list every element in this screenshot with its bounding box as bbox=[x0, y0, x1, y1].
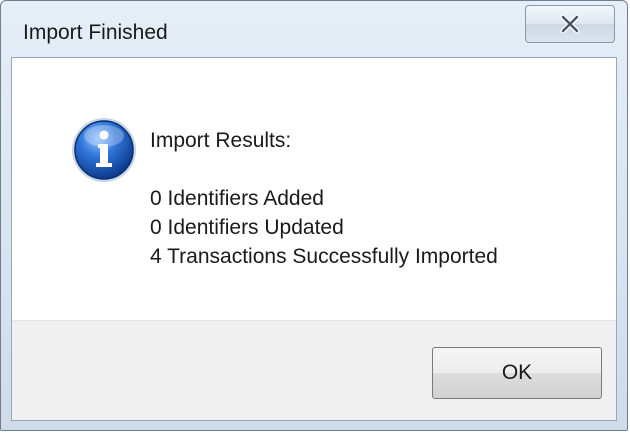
ok-button[interactable]: OK bbox=[432, 347, 602, 399]
information-icon bbox=[70, 116, 138, 184]
message-heading: Import Results: bbox=[150, 129, 292, 152]
message-line-identifiers-updated: 0 Identifiers Updated bbox=[150, 216, 344, 239]
message-line-identifiers-added: 0 Identifiers Added bbox=[150, 187, 324, 210]
window-title: Import Finished bbox=[23, 21, 168, 44]
import-finished-dialog: Import Finished Import Results: 0 Identi… bbox=[0, 0, 628, 431]
message-line-transactions-imported: 4 Transactions Successfully Imported bbox=[150, 245, 498, 268]
title-bar[interactable]: Import Finished bbox=[1, 1, 627, 57]
close-icon bbox=[560, 15, 580, 33]
dialog-content: Import Results: 0 Identifiers Added 0 Id… bbox=[11, 57, 617, 421]
button-area: OK bbox=[12, 320, 616, 420]
message-text: Import Results: 0 Identifiers Added 0 Id… bbox=[150, 126, 498, 271]
close-button[interactable] bbox=[525, 5, 615, 43]
